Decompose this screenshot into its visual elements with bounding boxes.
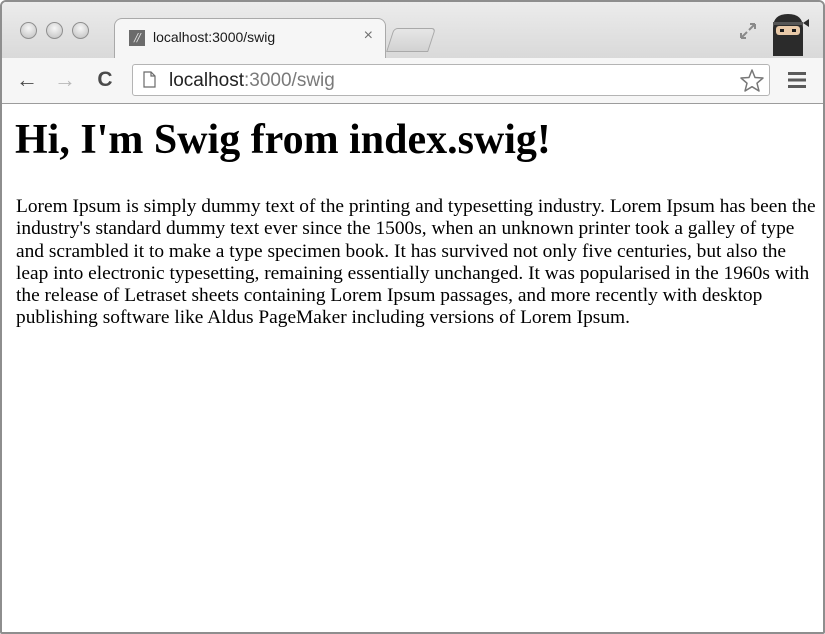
page-content: Hi, I'm Swig from index.swig! Lorem Ipsu… bbox=[2, 104, 823, 632]
tab-active[interactable]: // localhost:3000/swig × bbox=[114, 18, 386, 59]
new-tab-button[interactable] bbox=[386, 28, 436, 52]
tab-title: localhost:3000/swig bbox=[153, 29, 276, 45]
page-paragraph: Lorem Ipsum is simply dummy text of the … bbox=[16, 196, 816, 329]
tab-strip: // localhost:3000/swig × bbox=[2, 2, 823, 59]
zoom-window-icon[interactable] bbox=[72, 22, 89, 39]
page-heading: Hi, I'm Swig from index.swig! bbox=[15, 117, 551, 163]
url-path: :3000/swig bbox=[244, 70, 335, 91]
address-bar[interactable]: localhost:3000/swig bbox=[132, 64, 770, 96]
page-icon bbox=[143, 71, 156, 88]
minimize-window-icon[interactable] bbox=[46, 22, 63, 39]
url-host: localhost bbox=[169, 70, 244, 91]
close-window-icon[interactable] bbox=[20, 22, 37, 39]
browser-window: // localhost:3000/swig × ← → C localhost… bbox=[0, 0, 825, 634]
ninja-avatar-icon[interactable] bbox=[767, 10, 809, 56]
url-text[interactable]: localhost:3000/swig bbox=[169, 70, 335, 92]
toolbar: ← → C localhost:3000/swig bbox=[2, 58, 823, 104]
resize-icon[interactable] bbox=[737, 20, 759, 42]
favicon-icon: // bbox=[129, 30, 145, 46]
hamburger-menu-icon[interactable] bbox=[787, 70, 807, 90]
back-button[interactable]: ← bbox=[14, 68, 40, 92]
reload-button[interactable]: C bbox=[92, 68, 118, 92]
forward-button[interactable]: → bbox=[52, 68, 78, 92]
star-icon[interactable] bbox=[739, 68, 765, 92]
tab-close-icon[interactable]: × bbox=[364, 27, 373, 45]
